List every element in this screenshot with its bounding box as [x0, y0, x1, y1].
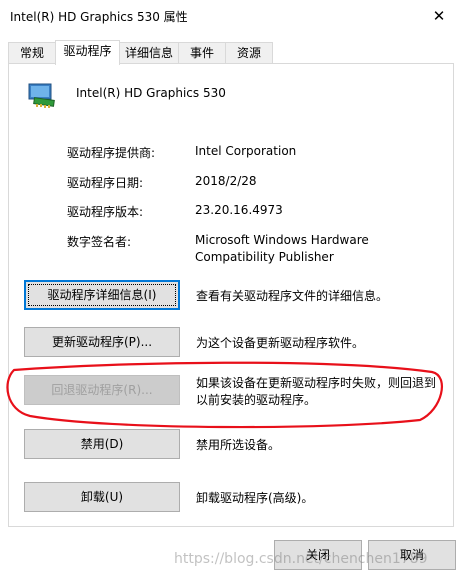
signer-value-line1: Microsoft Windows Hardware [195, 233, 369, 247]
uninstall-device-button[interactable]: 卸载(U) [24, 482, 180, 512]
tab-strip: 常规 驱动程序 详细信息 事件 资源 [8, 40, 454, 65]
roll-back-description-line2: 以前安装的驱动程序。 [196, 393, 317, 407]
disable-device-button[interactable]: 禁用(D) [24, 429, 180, 459]
cancel-button[interactable]: 取消 [368, 540, 456, 570]
tab-details[interactable]: 详细信息 [119, 42, 179, 64]
provider-value: Intel Corporation [195, 144, 297, 158]
signer-value-line2: Compatibility Publisher [195, 250, 334, 264]
disable-device-description: 禁用所选设备。 [196, 438, 281, 452]
date-label: 驱动程序日期: [67, 176, 144, 190]
title-bar: Intel(R) HD Graphics 530 属性 ✕ [0, 0, 462, 32]
tab-driver[interactable]: 驱动程序 [55, 40, 120, 65]
date-value: 2018/2/28 [195, 174, 257, 188]
device-name: Intel(R) HD Graphics 530 [76, 86, 226, 100]
version-label: 驱动程序版本: [67, 205, 144, 219]
tab-events[interactable]: 事件 [178, 42, 226, 64]
version-value: 23.20.16.4973 [195, 203, 283, 217]
close-button[interactable]: ✕ [416, 0, 462, 32]
update-driver-description: 为这个设备更新驱动程序软件。 [196, 336, 365, 350]
window-title: Intel(R) HD Graphics 530 属性 [10, 10, 188, 24]
driver-details-button[interactable]: 驱动程序详细信息(I) [24, 280, 180, 310]
close-dialog-button[interactable]: 关闭 [274, 540, 362, 570]
uninstall-device-description: 卸载驱动程序(高级)。 [196, 491, 314, 505]
close-icon: ✕ [432, 7, 446, 25]
display-adapter-icon [28, 83, 55, 108]
tab-resources[interactable]: 资源 [225, 42, 273, 64]
focus-ring [28, 284, 176, 306]
tab-general[interactable]: 常规 [8, 42, 56, 64]
driver-details-description: 查看有关驱动程序文件的详细信息。 [196, 289, 389, 303]
provider-label: 驱动程序提供商: [67, 146, 156, 160]
signer-label: 数字签名者: [67, 235, 132, 249]
update-driver-button[interactable]: 更新驱动程序(P)... [24, 327, 180, 357]
roll-back-driver-button[interactable]: 回退驱动程序(R)... [24, 375, 180, 405]
roll-back-description-line1: 如果该设备在更新驱动程序时失败，则回退到 [196, 376, 437, 390]
